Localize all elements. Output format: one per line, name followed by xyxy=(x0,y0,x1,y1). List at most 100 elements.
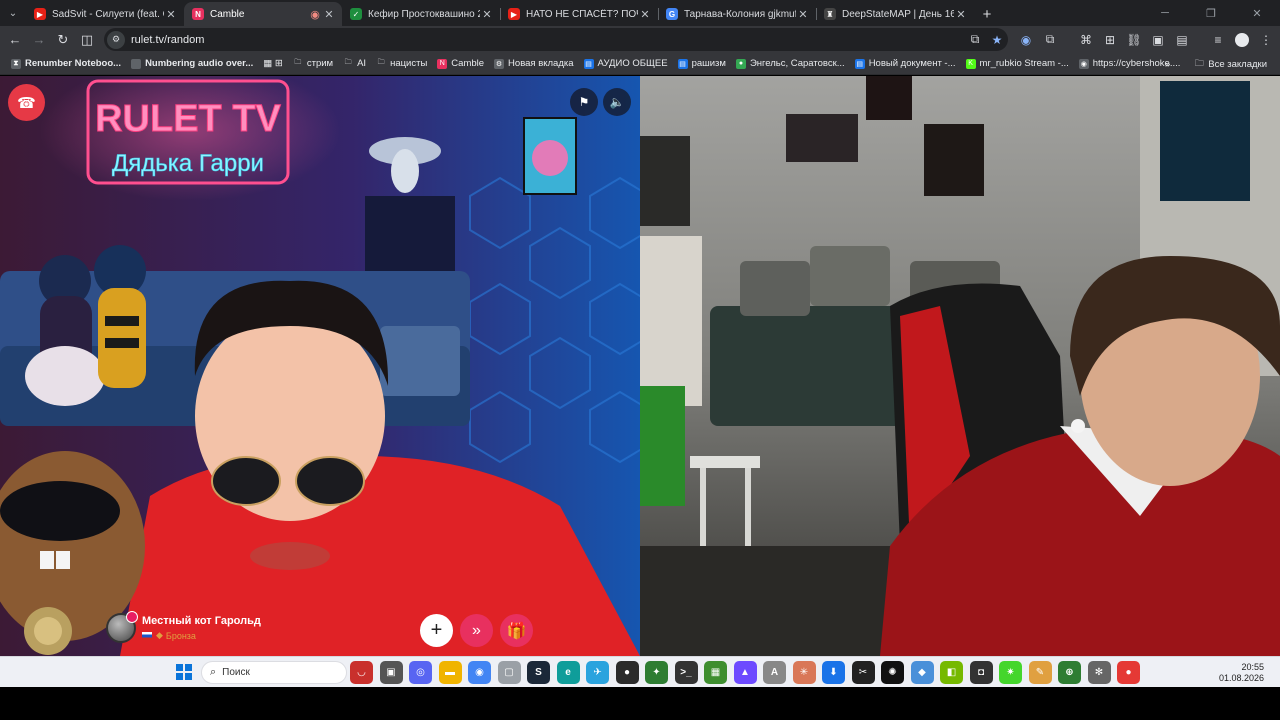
back-icon[interactable]: ← xyxy=(3,28,27,52)
tab-audio-icon[interactable]: ◉ xyxy=(308,8,322,21)
volume-button[interactable]: 🔈 xyxy=(603,88,631,116)
tab-2[interactable]: ✓ Кефир Простоквашино 2.5%,✕ xyxy=(342,2,500,26)
close-tab-icon[interactable]: ✕ xyxy=(796,8,810,21)
address-url[interactable]: rulet.tv/random xyxy=(131,34,964,46)
apps-shortcut-icon[interactable]: ▦ ⊞ xyxy=(258,54,288,74)
bookmark-item[interactable]: ▤ Новый документ -... xyxy=(850,54,961,74)
media-queue-icon[interactable]: ≡ xyxy=(1206,28,1230,51)
close-window-icon[interactable]: ✕ xyxy=(1234,0,1280,26)
bookmark-item[interactable]: Kmr_rubkio Stream -... xyxy=(961,54,1074,74)
report-flag-button[interactable]: ⚑ xyxy=(570,88,598,116)
telegram-icon[interactable]: ✈ xyxy=(586,661,609,684)
edge-icon[interactable]: e xyxy=(556,661,580,684)
bookmark-item[interactable]: ⚙ Новая вкладка xyxy=(489,54,578,74)
neon-sign-subtitle: Дядька Гарри xyxy=(112,150,264,177)
bookmark-label: AI xyxy=(357,58,367,69)
deepstate-icon: ♜ xyxy=(824,8,836,20)
site-info-icon[interactable]: ⚙ xyxy=(107,30,125,49)
camera-app-icon[interactable]: ◘ xyxy=(969,661,993,684)
razer-icon[interactable]: ✷ xyxy=(999,661,1022,684)
gem-icon[interactable]: ◆ xyxy=(910,661,934,684)
tab-5[interactable]: ♜ DeepStateMAP | День 1620 | М✕ xyxy=(816,2,974,26)
close-tab-icon[interactable]: ✕ xyxy=(480,8,494,21)
bookmark-favicon-icon: K xyxy=(965,58,976,69)
bookmark-item[interactable]: 🗀 стрим xyxy=(288,54,338,74)
menu-kebab-icon[interactable]: ⋮ xyxy=(1254,28,1278,51)
self-video-feed: ⟳ ◷ 🎙 xyxy=(640,76,1280,656)
tab-0[interactable]: ▶ SadSvit - Силуети (feat. СТРУКТУРА✕ xyxy=(26,2,184,26)
avatar[interactable] xyxy=(106,611,138,643)
reading-list-icon[interactable]: ▤ xyxy=(1170,28,1194,51)
bookmark-star-icon[interactable]: ★ xyxy=(986,33,1008,47)
minimize-icon[interactable]: ─ xyxy=(1142,0,1188,26)
all-bookmarks-folder[interactable]: 🗀 Все закладки xyxy=(1189,54,1272,74)
plus-icon: + xyxy=(430,619,443,641)
taskbar-pinned-apps: ◡ ▣ ◎ ▬ ◉ ▢ Se ✈ ● ✦ >_ ▦ ▲ A ✳ ⬇ ✂ ✺ ◆ ◧ ◘ ✷ ✎ ⊕ ✻ ● xyxy=(350,661,1147,684)
end-call-button[interactable]: ☎ xyxy=(8,84,45,121)
tab-3[interactable]: ▶ НАТО НЕ СПАСЁТ? ПОЧЕМУ П✕ xyxy=(500,2,658,26)
google-icon: G xyxy=(666,8,678,20)
font-app-icon[interactable]: A xyxy=(763,661,786,684)
start-windows-icon[interactable] xyxy=(176,664,192,680)
tab-4[interactable]: G Тарнава-Колония gjkmuf - По✕ xyxy=(658,2,816,26)
bookmark-label: Camble xyxy=(451,58,485,69)
recorder-icon[interactable]: ● xyxy=(1117,661,1140,684)
bookmark-item[interactable]: 🗀 AI xyxy=(338,54,371,74)
close-tab-icon[interactable]: ✕ xyxy=(638,8,652,21)
bookmark-item[interactable]: ● Энгельс, Саратовск... xyxy=(731,54,850,74)
taskbar-search[interactable]: ⌕ Поиск xyxy=(201,661,347,684)
address-bar[interactable]: ⚙ rulet.tv/random ⧉ ★ xyxy=(104,28,1008,51)
bookmarks-overflow-icon[interactable]: » xyxy=(1160,54,1175,74)
notepad-icon[interactable]: ▢ xyxy=(497,661,521,684)
paint-icon[interactable]: ✎ xyxy=(1028,661,1052,684)
terminal-icon[interactable]: >_ xyxy=(674,661,698,684)
profile-avatar[interactable] xyxy=(1230,28,1254,51)
cast-icon[interactable]: ▣ xyxy=(1146,28,1170,51)
chatgpt-icon[interactable]: ✺ xyxy=(881,661,904,684)
settings-icon[interactable]: ✻ xyxy=(1087,661,1111,684)
tab-title: Кефир Простоквашино 2.5%, xyxy=(368,8,480,20)
next-partner-button[interactable]: » xyxy=(460,614,493,647)
bookmark-item[interactable]: ▤ АУДИО ОБЩЕЕ xyxy=(579,54,673,74)
apps-grid-icon[interactable]: ⊞ xyxy=(1098,28,1122,51)
extensions-puzzle-icon[interactable]: ⧉ xyxy=(1038,28,1062,51)
bookmark-item[interactable]: ▤ рашизм xyxy=(673,54,731,74)
add-friend-button[interactable]: + xyxy=(420,614,453,647)
globe-app-icon[interactable]: ⊕ xyxy=(1058,661,1081,684)
chrome-icon[interactable]: ◉ xyxy=(468,661,491,684)
reload-icon[interactable]: ↻ xyxy=(51,28,75,52)
downloader-icon[interactable]: ⬇ xyxy=(822,661,845,684)
headphones-app-icon[interactable]: ◡ xyxy=(350,661,373,684)
bookmark-item[interactable]: N Camble xyxy=(432,54,489,74)
side-panel-icon[interactable]: ◫ xyxy=(75,28,99,52)
restore-icon[interactable]: ❐ xyxy=(1188,0,1234,26)
task-view-icon[interactable]: ▣ xyxy=(379,661,403,684)
steam-icon[interactable]: S xyxy=(527,661,550,684)
capcut-icon[interactable]: ✂ xyxy=(851,661,875,684)
proton-vpn-icon[interactable]: ▲ xyxy=(733,661,757,684)
link-icon[interactable]: ⛓ xyxy=(1122,28,1146,51)
system-clock[interactable]: 20:55 01.08.2026 xyxy=(1219,662,1264,684)
install-app-icon[interactable]: ⧉ xyxy=(964,32,986,47)
file-explorer-icon[interactable]: ▬ xyxy=(438,661,462,684)
bookmark-item[interactable]: Numbering audio over... xyxy=(126,54,258,74)
new-tab-button[interactable]: + xyxy=(974,2,1000,26)
close-tab-icon[interactable]: ✕ xyxy=(164,8,178,21)
partner-user-info[interactable]: Местный кот Гарольд ◆ Бронза xyxy=(106,611,261,643)
tab-search-chevron-icon[interactable]: ⌄ xyxy=(0,0,26,26)
bookmark-item[interactable]: 🗀 нацисты xyxy=(371,54,432,74)
obs-icon[interactable]: ● xyxy=(615,661,639,684)
tab-1[interactable]: N Camble ◉ ✕ xyxy=(184,2,342,26)
translate-icon[interactable]: ⌘ xyxy=(1074,28,1098,51)
extension-vpn-icon[interactable]: ◉ xyxy=(1014,28,1038,51)
claude-icon[interactable]: ✳ xyxy=(792,661,816,684)
close-tab-icon[interactable]: ✕ xyxy=(322,8,336,21)
discord-icon[interactable]: ◎ xyxy=(409,661,432,684)
bookmark-item[interactable]: ⧗ Renumber Noteboo... xyxy=(6,54,126,74)
close-tab-icon[interactable]: ✕ xyxy=(954,8,968,21)
send-gift-button[interactable]: 🎁 xyxy=(500,614,533,647)
minecraft-icon[interactable]: ▦ xyxy=(704,661,727,684)
nvidia-icon[interactable]: ◧ xyxy=(940,661,963,684)
app-sparkle-icon[interactable]: ✦ xyxy=(645,661,668,684)
forward-icon[interactable]: → xyxy=(27,28,51,52)
